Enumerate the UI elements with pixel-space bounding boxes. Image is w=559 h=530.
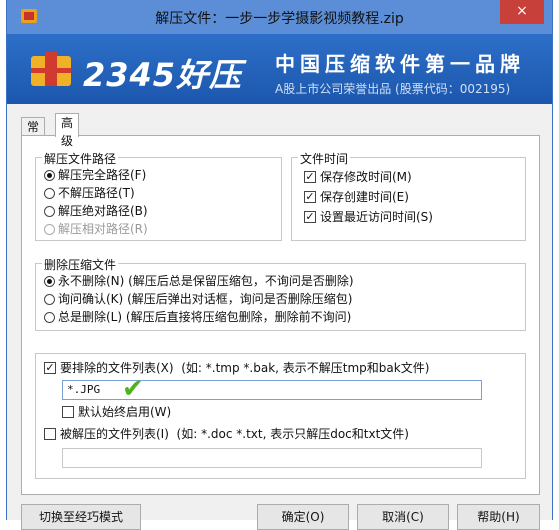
radio-icon[interactable] (44, 206, 55, 217)
file-filter-group: 要排除的文件列表(X) (如: *.tmp *.bak, 表示不解压tmp和ba… (35, 353, 526, 479)
help-button[interactable]: 帮助(H) (457, 504, 540, 530)
checkbox-label: 保存修改时间(M) (320, 170, 412, 184)
exclude-hint: (如: *.tmp *.bak, 表示不解压tmp和bak文件) (181, 361, 430, 375)
close-button[interactable]: × (500, 0, 544, 24)
simple-mode-button[interactable]: 切换至经巧模式 (21, 504, 141, 530)
checkbox-label: 设置最近访问时间(S) (320, 210, 433, 224)
file-time-group: 文件时间 保存修改时间(M) 保存创建时间(E) 设置最近访问时间(S) (291, 150, 526, 241)
radio-never-delete[interactable]: 永不删除(N) (解压后总是保留压缩包，不询问是否删除) (44, 273, 354, 289)
title-bar[interactable]: 解压文件：一步一步学摄影视频教程.zip × (7, 0, 552, 34)
checkbox-exclude-list[interactable]: 要排除的文件列表(X) (如: *.tmp *.bak, 表示不解压tmp和ba… (44, 360, 429, 376)
checkbox-icon[interactable] (62, 406, 74, 418)
radio-icon[interactable] (44, 294, 55, 305)
radio-label: 解压完全路径(F) (58, 168, 147, 182)
extract-path-group: 解压文件路径 解压完全路径(F) 不解压路径(T) 解压绝对路径(B) 解压相对… (35, 150, 282, 241)
green-checkmark-icon: ✔ (122, 374, 144, 404)
radio-icon[interactable] (44, 188, 55, 199)
radio-icon[interactable] (44, 312, 55, 323)
checkbox-icon[interactable] (304, 191, 316, 203)
gift-box-logo-icon (31, 52, 71, 86)
delete-archive-title: 删除压缩文件 (42, 256, 119, 273)
radio-label: 解压绝对路径(B) (58, 204, 148, 218)
checkbox-set-accessed[interactable]: 设置最近访问时间(S) (304, 209, 433, 225)
dialog-window: 解压文件：一步一步学摄影视频教程.zip × 2345好压 中国压缩软件第一品牌… (6, 0, 553, 530)
checkbox-label: 被解压的文件列表(I) (60, 427, 169, 441)
radio-always-delete[interactable]: 总是删除(L) (解压后直接将压缩包删除，删除前不询问) (44, 309, 351, 325)
radio-relative-path: 解压相对路径(R) (44, 221, 148, 237)
tab-general[interactable]: 常规 (21, 117, 46, 152)
cancel-button[interactable]: 取消(C) (357, 504, 449, 530)
radio-icon[interactable] (44, 170, 55, 181)
checkbox-always-enable[interactable]: 默认始终启用(W) (62, 404, 171, 420)
radio-label: 总是删除(L) (58, 310, 123, 324)
brand-banner: 2345好压 中国压缩软件第一品牌 A股上市公司荣誉出品 (股票代码：00219… (7, 34, 552, 104)
checkbox-include-list[interactable]: 被解压的文件列表(I) (如: *.doc *.txt, 表示只解压doc和tx… (44, 426, 409, 442)
radio-icon[interactable] (44, 276, 55, 287)
include-hint: (如: *.doc *.txt, 表示只解压doc和txt文件) (176, 427, 409, 441)
radio-label: 永不删除(N) (58, 274, 125, 288)
radio-no-path[interactable]: 不解压路径(T) (44, 185, 135, 201)
radio-label: 询问确认(K) (58, 292, 124, 306)
brand-subslogan: A股上市公司荣誉出品 (股票代码：002195) (275, 82, 511, 96)
include-list-input[interactable] (62, 448, 482, 468)
extract-path-title: 解压文件路径 (42, 150, 119, 167)
checkbox-icon[interactable] (44, 362, 56, 374)
radio-full-path[interactable]: 解压完全路径(F) (44, 167, 146, 183)
file-time-title: 文件时间 (298, 150, 351, 167)
checkbox-icon[interactable] (304, 171, 316, 183)
window-title: 解压文件：一步一步学摄影视频教程.zip (155, 11, 404, 27)
advanced-panel: 解压文件路径 解压完全路径(F) 不解压路径(T) 解压绝对路径(B) 解压相对… (21, 135, 540, 495)
checkbox-keep-created[interactable]: 保存创建时间(E) (304, 189, 409, 205)
radio-label: 解压相对路径(R) (58, 222, 148, 236)
checkbox-label: 默认始终启用(W) (78, 405, 172, 419)
radio-label: 不解压路径(T) (58, 186, 135, 200)
brand-slogan: 中国压缩软件第一品牌 (275, 52, 525, 76)
radio-description: (解压后总是保留压缩包，不询问是否删除) (128, 274, 354, 288)
brand-logo: 2345好压 (83, 56, 243, 94)
checkbox-icon[interactable] (304, 211, 316, 223)
checkbox-icon[interactable] (44, 428, 56, 440)
radio-icon (44, 224, 55, 235)
radio-description: (解压后弹出对话框，询问是否删除压缩包) (127, 292, 353, 306)
radio-absolute-path[interactable]: 解压绝对路径(B) (44, 203, 148, 219)
radio-description: (解压后直接将压缩包删除，删除前不询问) (125, 310, 352, 324)
tab-advanced[interactable]: 高级 (55, 113, 80, 148)
checkbox-label: 要排除的文件列表(X) (60, 361, 174, 375)
checkbox-keep-modified[interactable]: 保存修改时间(M) (304, 169, 412, 185)
radio-ask-confirm[interactable]: 询问确认(K) (解压后弹出对话框，询问是否删除压缩包) (44, 291, 352, 307)
checkbox-label: 保存创建时间(E) (320, 190, 409, 204)
ok-button[interactable]: 确定(O) (257, 504, 349, 530)
delete-archive-group: 删除压缩文件 永不删除(N) (解压后总是保留压缩包，不询问是否删除) 询问确认… (35, 256, 526, 331)
